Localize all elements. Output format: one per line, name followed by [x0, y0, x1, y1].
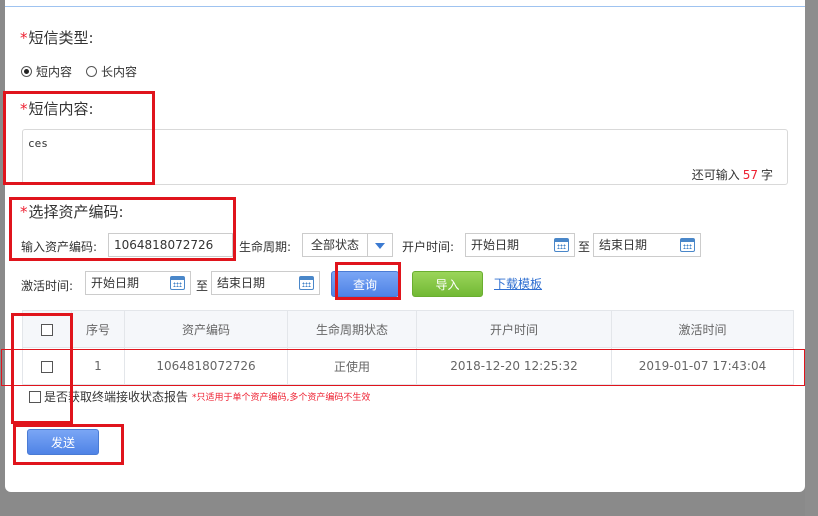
table-cell: 1064818072726 [124, 347, 288, 385]
asset-code-input[interactable]: 1064818072726 [108, 233, 233, 257]
column-header: 资产编码 [124, 310, 288, 348]
column-header: 激活时间 [611, 310, 794, 348]
status-report-note: *只适用于单个资产编码,多个资产编码不生效 [192, 393, 371, 403]
backdrop [805, 0, 818, 516]
lifecycle-label: 生命周期: [239, 240, 292, 254]
sms-content-label: *短信内容: [20, 100, 94, 118]
asset-input-label: 输入资产编码: [21, 240, 98, 254]
dialog-top-border [5, 6, 805, 7]
table-cell: 正使用 [287, 347, 417, 385]
required-mark: * [20, 29, 28, 47]
table-row[interactable]: 1 1064818072726 正使用 2018-12-20 12:25:32 … [22, 347, 794, 385]
radio-long-content[interactable]: 长内容 [86, 63, 137, 80]
download-template-link[interactable]: 下载模板 [494, 275, 542, 292]
sms-type-label: *短信类型: [20, 29, 94, 47]
select-all-checkbox[interactable] [41, 323, 53, 336]
sms-type-radios: 短内容 长内容 [21, 63, 151, 80]
table-cell: 2018-12-20 12:25:32 [416, 347, 612, 385]
dialog: *短信类型: 短内容 长内容 *短信内容: ces 还可输入 57 字 *选择资产编… [5, 0, 805, 492]
lifecycle-select[interactable]: 全部状态 [302, 233, 393, 257]
calendar-icon[interactable] [170, 276, 185, 290]
status-report-checkbox[interactable] [29, 390, 41, 403]
required-mark: * [20, 100, 28, 118]
row-select-cell [22, 347, 72, 385]
sms-content-textarea[interactable]: ces 还可输入 57 字 [22, 129, 788, 185]
activate-end-date-input[interactable]: 结束日期 [211, 271, 320, 295]
char-counter: 还可输入 57 字 [691, 168, 773, 182]
activate-time-label: 激活时间: [21, 279, 74, 293]
remaining-count: 57 [742, 168, 758, 182]
table-cell: 1 [71, 347, 125, 385]
query-button[interactable]: 查询 [331, 271, 399, 297]
import-button[interactable]: 导入 [412, 271, 483, 297]
open-to-label: 至 [578, 240, 591, 254]
dropdown-arrow-icon[interactable] [367, 234, 392, 256]
calendar-icon[interactable] [680, 238, 695, 252]
calendar-icon[interactable] [299, 276, 314, 290]
table-cell: 2019-01-07 17:43:04 [611, 347, 794, 385]
column-header: 序号 [71, 310, 125, 348]
radio-unchecked-icon[interactable] [86, 66, 98, 77]
column-header: 生命周期状态 [287, 310, 417, 348]
open-time-label: 开户时间: [402, 240, 455, 254]
asset-code-label: *选择资产编码: [20, 203, 124, 221]
required-mark: * [20, 203, 28, 221]
open-start-date-input[interactable]: 开始日期 [465, 233, 575, 257]
calendar-icon[interactable] [554, 238, 569, 252]
select-all-cell [22, 310, 72, 348]
asset-table: 序号 资产编码 生命周期状态 开户时间 激活时间 1 1064818072726… [22, 310, 794, 385]
status-report-label: 是否获取终端接收状态报告 [44, 390, 189, 404]
status-report-option[interactable]: 是否获取终端接收状态报告 *只适用于单个资产编码,多个资产编码不生效 [29, 388, 370, 405]
sms-content-value: ces [28, 137, 48, 150]
table-header-row: 序号 资产编码 生命周期状态 开户时间 激活时间 [22, 310, 794, 348]
activate-to-label: 至 [196, 279, 209, 293]
send-button[interactable]: 发送 [27, 429, 99, 455]
activate-start-date-input[interactable]: 开始日期 [85, 271, 191, 295]
radio-short-content[interactable]: 短内容 [21, 63, 72, 80]
row-checkbox[interactable] [41, 360, 53, 373]
open-end-date-input[interactable]: 结束日期 [593, 233, 701, 257]
radio-checked-icon[interactable] [21, 66, 32, 77]
column-header: 开户时间 [416, 310, 612, 348]
